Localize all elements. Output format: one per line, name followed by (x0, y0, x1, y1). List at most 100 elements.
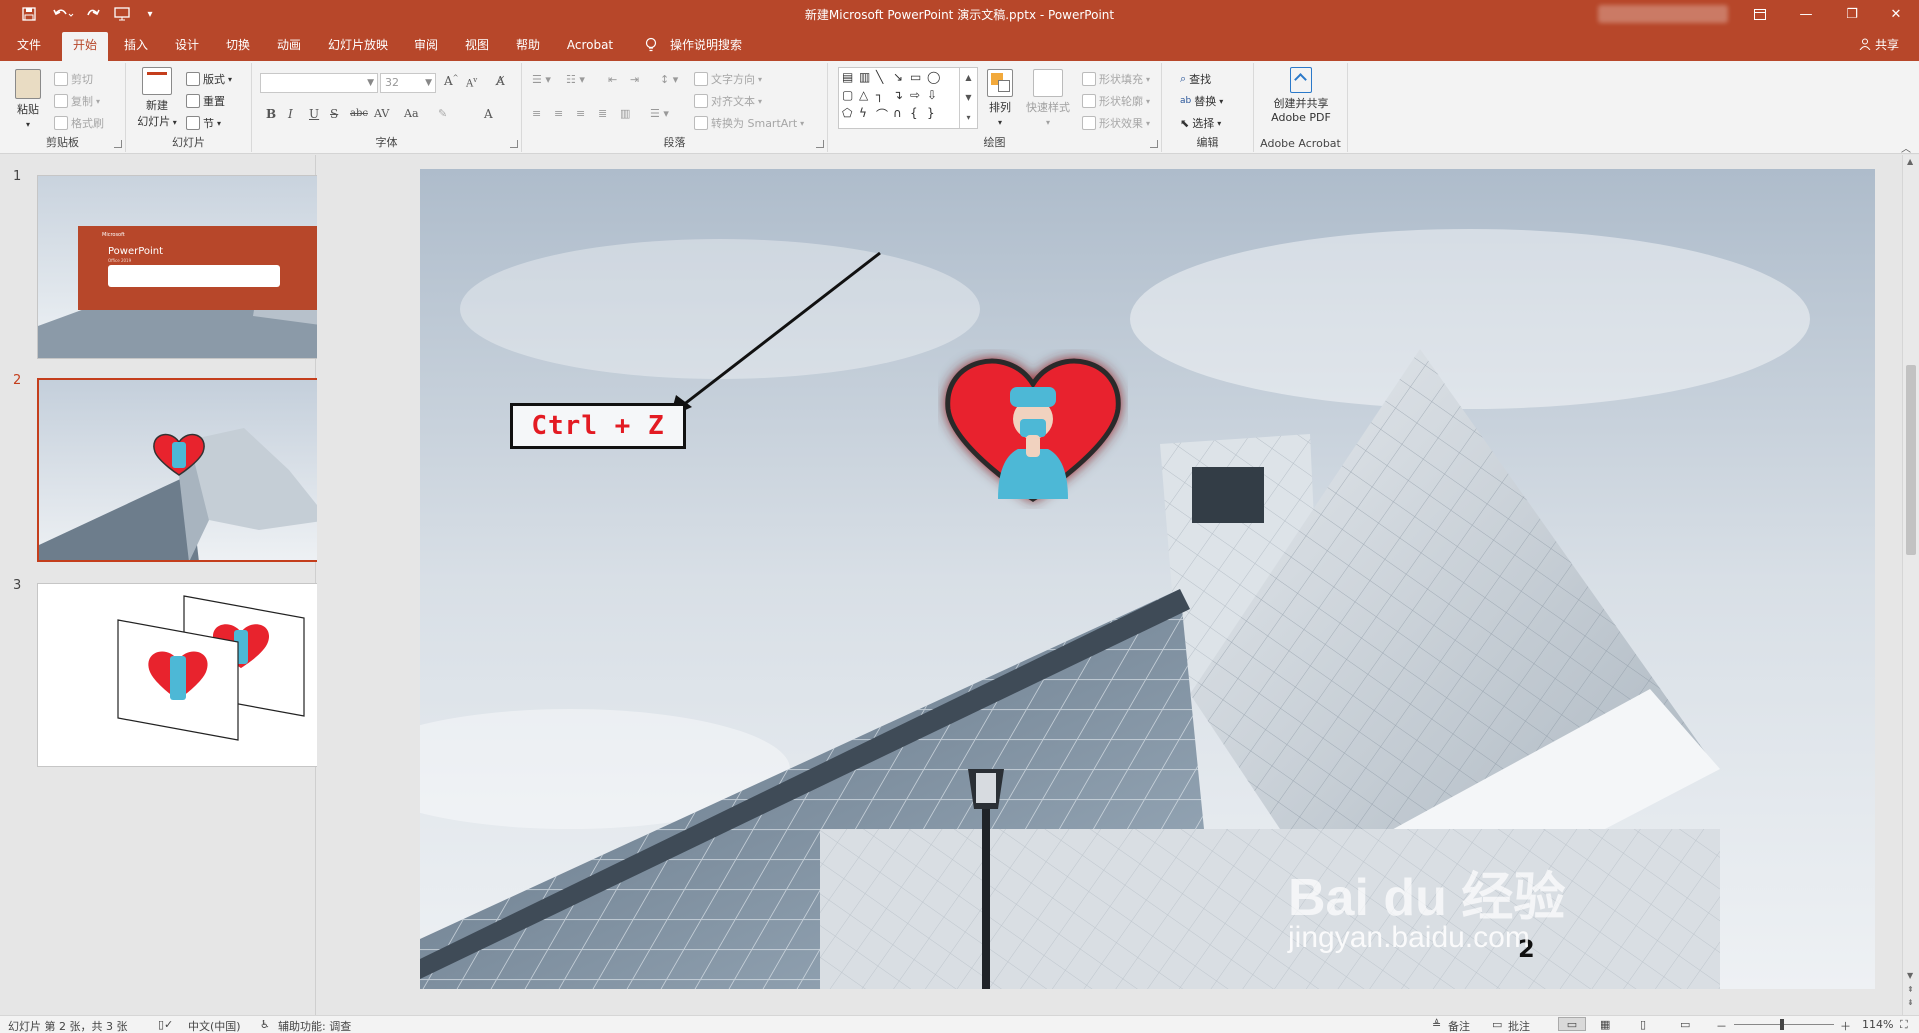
elbow-arrow-shape-icon[interactable]: ↴ (893, 88, 903, 102)
strikethrough-button[interactable]: abc (350, 108, 368, 119)
restore-icon[interactable]: ❐ (1829, 0, 1875, 28)
tab-animations[interactable]: 动画 (271, 34, 307, 56)
section-button[interactable]: 节 ▾ (186, 115, 221, 131)
arc-shape-icon[interactable]: ∩ (893, 106, 902, 120)
char-spacing-button[interactable]: AV (374, 107, 389, 120)
shape-outline-button[interactable]: 形状轮廓 ▾ (1082, 93, 1150, 109)
tab-view[interactable]: 视图 (459, 34, 495, 56)
dialog-launcher-icon[interactable] (816, 140, 824, 148)
new-slide-button[interactable]: 新建 幻灯片 ▾ (134, 67, 180, 129)
elbow-connector-shape-icon[interactable]: ┐ (876, 88, 883, 102)
paragraph-align-icon[interactable]: ☰ ▾ (650, 107, 669, 120)
convert-smartart-button[interactable]: 转换为 SmartArt ▾ (694, 115, 804, 131)
zoom-out-button[interactable]: － (1716, 1018, 1727, 1033)
tab-transitions[interactable]: 切换 (220, 34, 256, 56)
bullets-icon[interactable]: ☰ ▾ (532, 73, 551, 86)
decrease-indent-icon[interactable]: ⇤ (608, 73, 617, 86)
text-direction-button[interactable]: 文字方向 ▾ (694, 71, 762, 87)
format-painter-button[interactable]: 格式刷 (54, 115, 104, 131)
oval-shape-icon[interactable]: ◯ (927, 70, 940, 84)
align-right-icon[interactable]: ≡ (576, 107, 585, 120)
close-icon[interactable]: ✕ (1873, 0, 1919, 28)
increase-indent-icon[interactable]: ⇥ (630, 73, 639, 86)
italic-button[interactable]: I (288, 107, 293, 121)
notes-button[interactable]: 备注 (1448, 1018, 1470, 1033)
previous-slide-icon[interactable]: ⇞ (1907, 985, 1914, 994)
replace-button[interactable]: ab 替换 ▾ (1180, 93, 1223, 109)
arrow-line-shape-icon[interactable]: ↘ (893, 70, 903, 84)
select-button[interactable]: ⬉ 选择 ▾ (1180, 115, 1221, 131)
comments-icon[interactable]: ▭ (1492, 1018, 1502, 1031)
reset-button[interactable]: 重置 (186, 93, 225, 109)
find-button[interactable]: ⌕ 查找 (1180, 71, 1211, 87)
font-size-combo[interactable]: 32 ▼ (380, 73, 436, 93)
zoom-slider-thumb[interactable] (1780, 1019, 1784, 1030)
shadow-button[interactable]: S (330, 107, 338, 121)
paste-button[interactable]: 粘贴 ▾ (8, 69, 48, 130)
vertical-textbox-shape-icon[interactable]: ▥ (859, 70, 870, 84)
layout-button[interactable]: 版式 ▾ (186, 71, 232, 87)
shapes-gallery[interactable]: ▤ ▥ ╲ ↘ ▭ ◯ ▢ △ ┐ ↴ ⇨ ⇩ ⬠ ϟ ⌒ ∩ { } ▲ ▼ ▾ (838, 67, 978, 129)
zoom-level[interactable]: 114% (1862, 1018, 1893, 1031)
scroll-down-icon[interactable]: ▼ (1907, 971, 1913, 980)
notes-icon[interactable]: ≜ (1432, 1018, 1441, 1031)
shortcut-textbox[interactable]: Ctrl + Z (510, 403, 686, 449)
rounded-rect-shape-icon[interactable]: ▢ (842, 88, 853, 102)
slide-thumbnail-2[interactable] (37, 378, 363, 562)
accessibility-status[interactable]: 辅助功能: 调查 (278, 1018, 351, 1033)
line-spacing-icon[interactable]: ↕ ▾ (660, 73, 678, 86)
font-color-button[interactable]: A (484, 107, 493, 121)
gallery-scroll[interactable]: ▲ ▼ ▾ (959, 68, 977, 128)
current-slide[interactable]: Ctrl + Z 2 Bai du 经验 jingyan.baidu.com (420, 169, 1875, 989)
tab-insert[interactable]: 插入 (118, 34, 154, 56)
accessibility-icon[interactable]: ♿ (260, 1018, 270, 1031)
dialog-launcher-icon[interactable] (1150, 140, 1158, 148)
next-slide-icon[interactable]: ⇟ (1907, 998, 1914, 1007)
increase-font-icon[interactable]: A^ (444, 74, 459, 88)
minimize-icon[interactable]: — (1783, 0, 1829, 28)
scroll-up-icon[interactable]: ▲ (1907, 157, 1913, 166)
clear-format-icon[interactable]: A̸ (496, 74, 505, 88)
tell-me-search[interactable]: 操作说明搜索 (664, 34, 748, 56)
decrease-font-icon[interactable]: Av (466, 76, 477, 89)
dialog-launcher-icon[interactable] (114, 140, 122, 148)
reading-view-icon[interactable]: ▯ (1640, 1018, 1646, 1031)
textbox-shape-icon[interactable]: ▤ (842, 70, 853, 84)
dialog-launcher-icon[interactable] (510, 140, 518, 148)
slide-thumbnail-3[interactable]: 3 (37, 583, 363, 767)
bold-button[interactable]: B (266, 107, 276, 121)
tab-acrobat[interactable]: Acrobat (562, 34, 618, 56)
align-text-button[interactable]: 对齐文本 ▾ (694, 93, 762, 109)
columns-icon[interactable]: ▥ (620, 107, 630, 120)
tab-review[interactable]: 审阅 (408, 34, 444, 56)
collapse-ribbon-icon[interactable]: ︿ (1901, 140, 1911, 155)
zoom-slider[interactable] (1734, 1024, 1834, 1025)
vertical-scrollbar[interactable]: ▲ ▼ ⇞ ⇟ (1902, 155, 1919, 1015)
right-brace-shape-icon[interactable]: } (927, 106, 935, 120)
tab-help[interactable]: 帮助 (510, 34, 546, 56)
shape-effects-button[interactable]: 形状效果 ▾ (1082, 115, 1150, 131)
quick-styles-button[interactable]: 快速样式 ▾ (1022, 69, 1074, 128)
tab-home[interactable]: 开始 (62, 32, 108, 61)
ribbon-display-icon[interactable] (1737, 0, 1783, 28)
zoom-in-button[interactable]: ＋ (1840, 1018, 1851, 1033)
change-case-button[interactable]: Aa (404, 107, 419, 120)
tab-file[interactable]: 文件 (12, 34, 46, 56)
share-button[interactable]: 共享 (1859, 34, 1899, 56)
slide-thumbnail-1[interactable]: Microsoft PowerPoint Office 2019 (37, 175, 363, 359)
tab-design[interactable]: 设计 (169, 34, 205, 56)
create-pdf-button[interactable]: 创建并共享 Adobe PDF (1260, 67, 1342, 124)
align-center-icon[interactable]: ≡ (554, 107, 563, 120)
down-arrow-shape-icon[interactable]: ⇩ (927, 88, 937, 102)
justify-icon[interactable]: ≣ (598, 107, 607, 120)
cut-button[interactable]: 剪切 (54, 71, 93, 87)
arrange-button[interactable]: 排列 ▾ (982, 69, 1018, 128)
left-brace-shape-icon[interactable]: { (910, 106, 918, 120)
numbering-icon[interactable]: ☷ ▾ (566, 73, 585, 86)
rectangle-shape-icon[interactable]: ▭ (910, 70, 921, 84)
scroll-thumb[interactable] (1906, 365, 1916, 555)
right-arrow-shape-icon[interactable]: ⇨ (910, 88, 920, 102)
tab-slideshow[interactable]: 幻灯片放映 (322, 34, 394, 56)
shape-fill-button[interactable]: 形状填充 ▾ (1082, 71, 1150, 87)
language-indicator[interactable]: 中文(中国) (188, 1018, 241, 1033)
